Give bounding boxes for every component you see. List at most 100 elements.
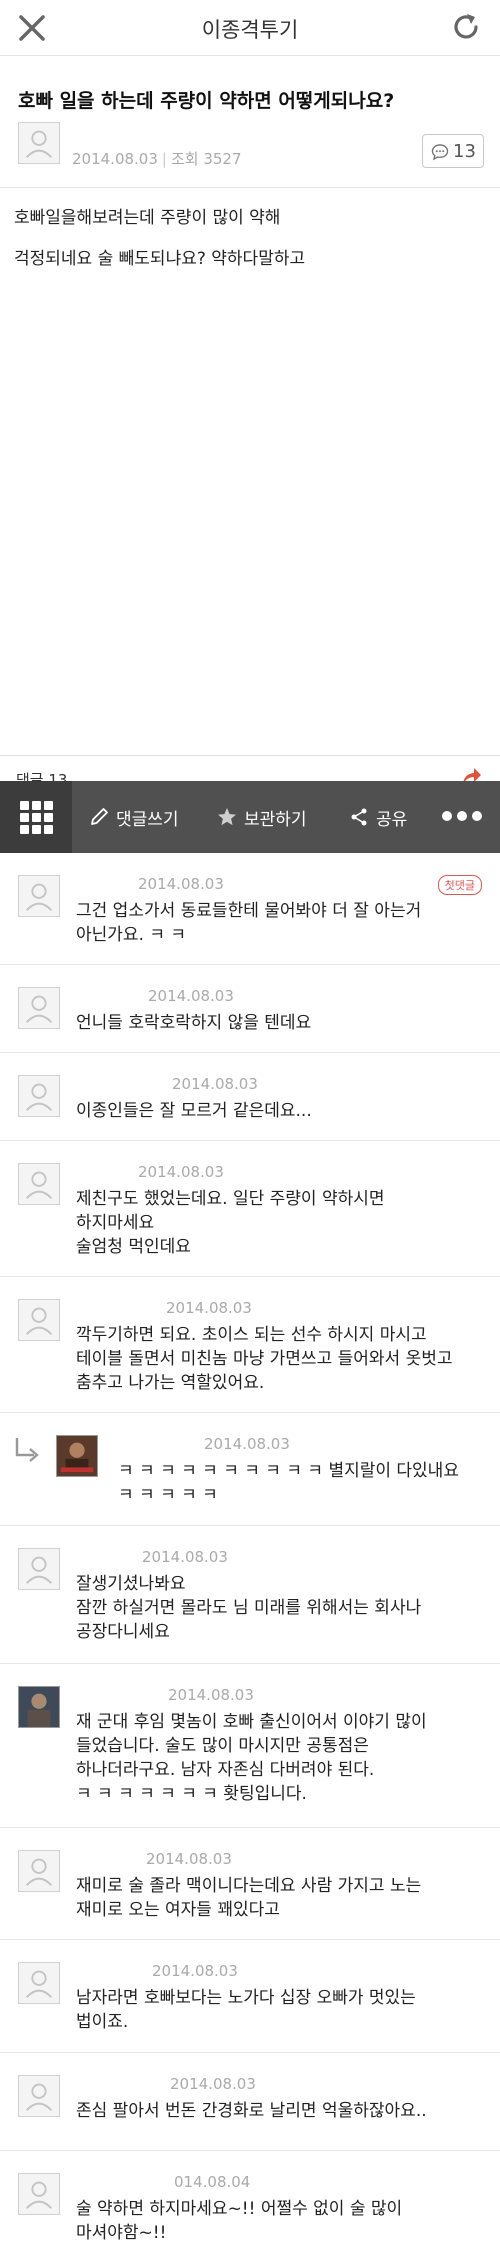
comment-meta: 2014.08.03 — [76, 1299, 252, 1317]
comment-date: 2014.08.03 — [148, 987, 234, 1005]
commenter-avatar[interactable] — [18, 875, 60, 917]
commenter-avatar[interactable] — [18, 1075, 60, 1117]
comment-text: 깍두기하면 되요. 초이스 되는 선수 하시지 마시고 테이블 돌면서 미친놈 마… — [76, 1323, 492, 1395]
comment-meta: 2014.08.03 — [76, 987, 234, 1005]
comment-item: 014.08.04 술 약하면 하지마세요~!! 어쩔수 없이 술 많이마셔야함… — [0, 2151, 500, 2247]
comment-text-line: 남자라면 호빠보다는 노가다 십장 오빠가 멋있는 — [76, 1988, 416, 2008]
comment-text-line: ㅋ ㅋ ㅋ ㅋ ㅋ — [118, 1485, 218, 1505]
top-bar: 이종격투기 — [0, 0, 500, 56]
comment-item: 2014.08.03 남자라면 호빠보다는 노가다 십장 오빠가 멋있는 법이죠. — [0, 1940, 500, 2053]
post-header: 호빠 일을 하는데 주량이 약하면 어떻게되나요? 2014.08.03 | 조회 … — [0, 56, 500, 188]
comment-meta: 2014.08.03 — [76, 1548, 228, 1566]
write-comment-label: 댓글쓰기 — [116, 809, 179, 830]
comment-date: 2014.08.03 — [138, 1163, 224, 1181]
default-user-icon — [25, 130, 53, 158]
comment-text-line: 재미로 술 졸라 맥이니다는데요 사람 가지고 노는 — [76, 1876, 422, 1896]
comment-date: 2014.08.03 — [204, 1435, 290, 1453]
grid-icon-cell — [20, 813, 29, 822]
comment-meta: 2014.08.03 — [118, 1435, 290, 1453]
commenter-avatar[interactable] — [18, 1163, 60, 1205]
commenter-avatar[interactable] — [18, 1548, 60, 1590]
author-avatar[interactable] — [18, 122, 60, 164]
comment-text: 재미로 술 졸라 맥이니다는데요 사람 가지고 노는 재미로 오는 여자들 꽤있다… — [76, 1874, 492, 1922]
comment-text: 그건 업소가서 동료들한테 물어봐야 더 잘 아는거 아닌가요. ㅋ ㅋ — [76, 899, 492, 947]
refresh-icon[interactable] — [450, 11, 482, 43]
reply-item: 2014.08.03 ㅋ ㅋ ㅋ ㅋ ㅋ ㅋ ㅋ ㅋ ㅋ ㅋ 별지랄이 다있내요… — [0, 1413, 500, 1526]
comment-meta: 014.08.04 — [76, 2173, 250, 2191]
post-meta: 2014.08.03 | 조회 3527 — [72, 148, 242, 169]
grid-menu-button[interactable] — [0, 781, 72, 853]
comment-date: 014.08.04 — [174, 2173, 251, 2191]
commenter-avatar[interactable] — [18, 1962, 60, 2004]
more-options-icon[interactable] — [442, 811, 482, 823]
comment-text-line: 춤추고 나가는 역할있어요. — [76, 1373, 265, 1393]
comment-text-line: 재 군대 후임 몇놈이 호빠 출신이어서 이야기 많이 — [76, 1712, 427, 1732]
more-dot — [472, 811, 482, 821]
commenter-avatar[interactable] — [18, 1299, 60, 1341]
default-user-icon — [25, 1858, 53, 1886]
reply-arrow-icon — [15, 1438, 39, 1462]
comment-count-button[interactable]: 13 — [422, 134, 484, 168]
commenter-avatar[interactable] — [18, 1850, 60, 1892]
comment-text-line: 언니들 호락호락하지 않을 텐데요 — [76, 1013, 312, 1033]
commenter-avatar[interactable] — [18, 2075, 60, 2117]
default-user-icon — [25, 995, 53, 1023]
post-body-line: 호빠일을해보려는데 주량이 많이 약해 — [14, 208, 281, 228]
comment-item: 2014.08.03 재미로 술 졸라 맥이니다는데요 사람 가지고 노는 재미로… — [0, 1828, 500, 1940]
comment-text: 술 약하면 하지마세요~!! 어쩔수 없이 술 많이마셔야함~!! — [76, 2197, 492, 2245]
save-button[interactable]: 보관하기 — [216, 781, 307, 853]
comment-count-strip: 댓글 13 — [0, 755, 500, 781]
comment-meta: 2014.08.03 — [76, 1962, 238, 1980]
grid-icon-cell — [20, 801, 29, 810]
comment-count: 13 — [453, 141, 476, 162]
comment-item: 2014.08.03 이종인들은 잘 모르거 같은데요... — [0, 1053, 500, 1141]
comment-text: ㅋ ㅋ ㅋ ㅋ ㅋ ㅋ ㅋ ㅋ ㅋ ㅋ 별지랄이 다있내요 ㅋ ㅋ ㅋ ㅋ ㅋ — [118, 1459, 500, 1507]
first-comment-badge: 첫댓글 — [437, 875, 482, 895]
comment-count-label: 댓글 13 — [16, 771, 68, 781]
save-label: 보관하기 — [244, 809, 307, 830]
comment-text: 남자라면 호빠보다는 노가다 십장 오빠가 멋있는 법이죠. — [76, 1986, 492, 2034]
default-user-icon — [25, 1083, 53, 1111]
comment-date: 2014.08.03 — [146, 1850, 232, 1868]
comment-text-line: ㅋ ㅋ ㅋ ㅋ ㅋ ㅋ ㅋ 홧팅입니다. — [76, 1784, 307, 1804]
post-date: 2014.08.03 — [72, 150, 158, 168]
comment-meta: 2014.08.03 — [76, 2075, 256, 2093]
comment-text-line: 마셔야함~!! — [76, 2223, 167, 2243]
grid-icon-cell — [32, 801, 41, 810]
share-label: 공유 — [376, 809, 408, 830]
speech-bubble-icon — [431, 144, 449, 161]
share-button[interactable]: 공유 — [348, 781, 407, 853]
commenter-avatar[interactable] — [18, 2173, 60, 2215]
star-icon — [218, 808, 236, 826]
write-comment-button[interactable]: 댓글쓰기 — [88, 781, 179, 853]
comment-text-line: 잠깐 하실거면 몰라도 님 미래를 위해서는 회사나 — [76, 1598, 422, 1618]
post-title: 호빠 일을 하는데 주량이 약하면 어떻게되나요? — [18, 90, 395, 112]
comment-meta: 2014.08.03 — [76, 1163, 224, 1181]
comment-text: 잘생기셨나봐요잠깐 하실거면 몰라도 님 미래를 위해서는 회사나공장다니세요 — [76, 1572, 492, 1644]
comment-text-line: 들었습니다. 술도 많이 마시지만 공통점은 — [76, 1736, 369, 1756]
comment-date: 2014.08.03 — [172, 1075, 258, 1093]
comment-text-line: 공장다니세요 — [76, 1622, 170, 1642]
grid-icon-cell — [44, 801, 53, 810]
page-title: 이종격투기 — [201, 18, 299, 42]
commenter-avatar[interactable] — [18, 1686, 60, 1728]
meta-separator: | — [161, 150, 167, 168]
comment-text-line: 잘생기셨나봐요 — [76, 1574, 186, 1594]
commenter-avatar[interactable] — [18, 987, 60, 1029]
more-dot — [442, 811, 452, 821]
comment-date: 2014.08.03 — [166, 1299, 252, 1317]
default-user-icon — [25, 1171, 53, 1199]
comment-text-line: 존심 팔아서 번돈 간경화로 날리면 억울하잖아요.. — [76, 2101, 427, 2121]
grid-icon-cell — [44, 825, 53, 834]
comment-item: 2014.08.03 첫댓글 그건 업소가서 동료들한테 물어봐야 더 잘 아는… — [0, 853, 500, 965]
comment-text-line: 하지마세요 — [76, 1213, 155, 1233]
comment-text-line: 술 약하면 하지마세요~!! 어쩔수 없이 술 많이 — [76, 2199, 403, 2219]
pencil-icon — [91, 808, 108, 825]
commenter-avatar[interactable] — [56, 1435, 98, 1477]
default-user-icon — [25, 1970, 53, 1998]
share-arrow-icon[interactable] — [460, 764, 482, 781]
comment-text: 재 군대 후임 몇놈이 호빠 출신이어서 이야기 많이들었습니다. 술도 많이 … — [76, 1710, 492, 1806]
comment-item: 2014.08.03 언니들 호락호락하지 않을 텐데요 — [0, 965, 500, 1053]
comment-text-line: 제친구도 했었는데요. 일단 주량이 약하시면 — [76, 1189, 385, 1209]
comment-date: 2014.08.03 — [142, 1548, 228, 1566]
